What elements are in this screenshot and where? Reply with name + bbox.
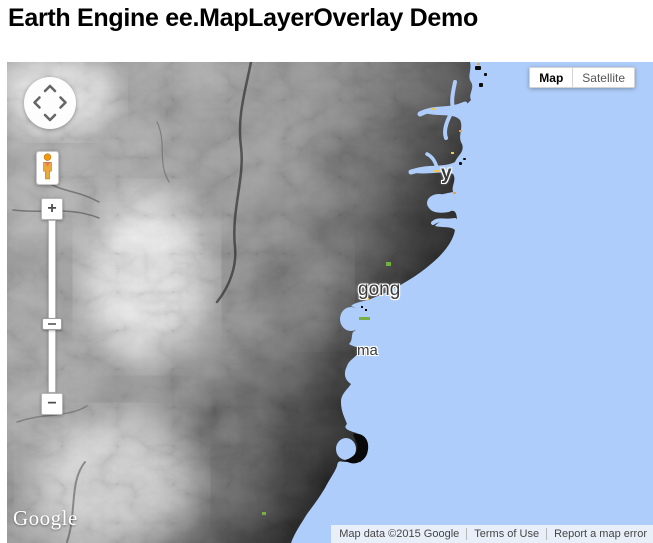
chevron-up-icon[interactable] (43, 84, 57, 93)
chevron-left-icon[interactable] (33, 96, 42, 110)
page-title: Earth Engine ee.MapLayerOverlay Demo (8, 4, 478, 33)
chevron-right-icon[interactable] (59, 96, 68, 110)
zoom-out-button[interactable]: − (41, 393, 63, 415)
pan-control[interactable] (24, 77, 76, 129)
zoom-slider-handle[interactable] (42, 318, 62, 330)
attribution-divider (466, 528, 467, 540)
attribution-divider (546, 528, 547, 540)
report-map-error-link[interactable]: Report a map error (554, 528, 647, 540)
map-canvas[interactable]: y gong ma (7, 62, 653, 543)
google-logo[interactable]: Google (13, 506, 78, 531)
terms-of-use-link[interactable]: Terms of Use (474, 528, 539, 540)
attribution-bar: Map data ©2015 Google Terms of Use Repor… (331, 525, 653, 543)
chevron-down-icon[interactable] (43, 113, 57, 122)
zoom-in-button[interactable]: + (41, 198, 63, 220)
map-type-control: Map Satellite (529, 67, 635, 88)
page: Earth Engine ee.MapLayerOverlay Demo (0, 0, 653, 543)
map-type-map-button[interactable]: Map (529, 67, 572, 88)
elevation-overlay-image (7, 62, 653, 543)
map-type-satellite-button[interactable]: Satellite (572, 67, 635, 88)
map-data-copyright: Map data ©2015 Google (339, 528, 459, 540)
pegman-button[interactable] (36, 151, 59, 185)
pegman-icon (40, 153, 55, 183)
zoom-slider-track[interactable] (48, 220, 56, 393)
